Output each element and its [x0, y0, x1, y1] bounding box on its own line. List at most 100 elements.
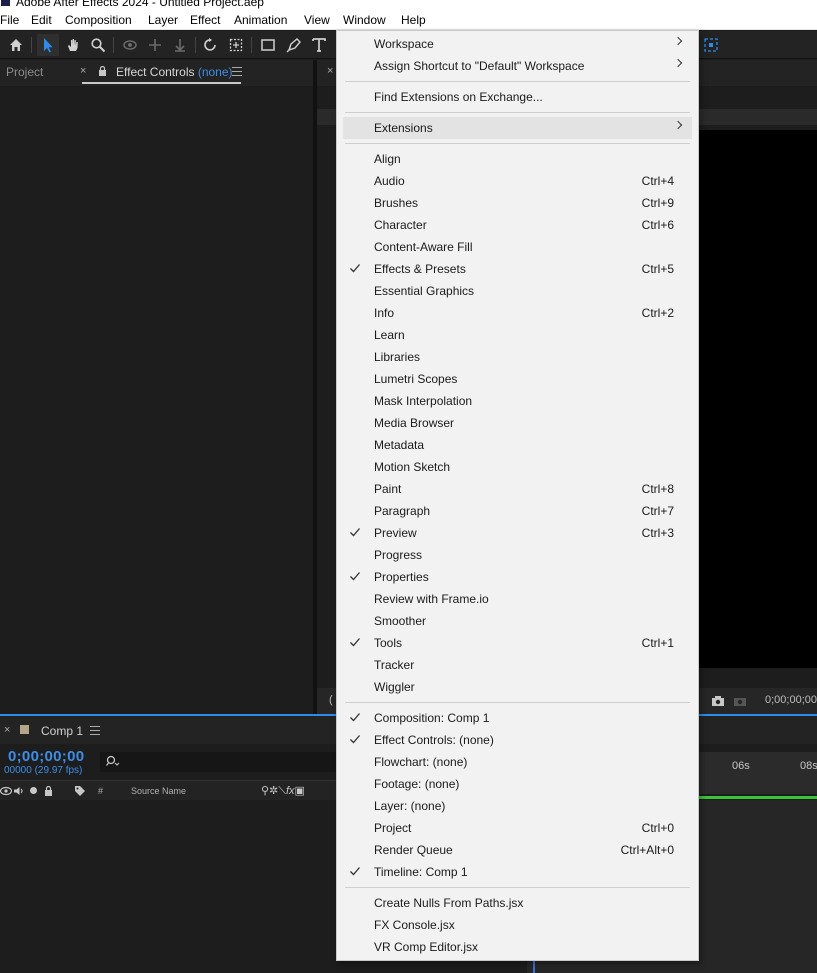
dolly-camera-icon[interactable]	[169, 34, 191, 56]
current-time-display[interactable]: 0;00;00;00	[8, 748, 84, 765]
menu-item-label: Libraries	[374, 350, 421, 364]
pan-behind-tool-icon[interactable]	[225, 34, 247, 56]
menu-item-extensions[interactable]: Extensions	[343, 117, 692, 139]
menu-item-label: Motion Sketch	[374, 460, 451, 474]
menu-item-smoother[interactable]: Smoother	[343, 610, 692, 632]
menu-item-metadata[interactable]: Metadata	[343, 434, 692, 456]
search-icon	[105, 755, 120, 770]
menu-item-lumetri-scopes[interactable]: Lumetri Scopes	[343, 368, 692, 390]
menu-item-assign-shortcut[interactable]: Assign Shortcut to "Default" Workspace	[343, 55, 692, 77]
menu-item-workspace[interactable]: Workspace	[343, 33, 692, 55]
menu-item-find-extensions[interactable]: Find Extensions on Exchange...	[343, 86, 692, 108]
menu-separator	[345, 81, 690, 82]
menu-animation[interactable]: Animation	[234, 13, 287, 27]
menu-item-brushes[interactable]: Brushes Ctrl+9	[343, 192, 692, 214]
menu-item-footage-none[interactable]: Footage: (none)	[343, 773, 692, 795]
menu-help[interactable]: Help	[401, 13, 426, 27]
label-tag-icon[interactable]	[74, 785, 86, 799]
menu-item-effects-presets[interactable]: Effects & Presets Ctrl+5	[343, 258, 692, 280]
menu-item-motion-sketch[interactable]: Motion Sketch	[343, 456, 692, 478]
menu-edit[interactable]: Edit	[31, 13, 52, 27]
menu-item-wiggler[interactable]: Wiggler	[343, 676, 692, 698]
menu-file[interactable]: File	[0, 13, 19, 27]
magnification-dropdown[interactable]: (	[329, 694, 333, 706]
type-tool-icon[interactable]	[308, 34, 330, 56]
menu-item-timeline-comp-1[interactable]: Timeline: Comp 1	[343, 861, 692, 883]
menu-item-review-with-frame-io[interactable]: Review with Frame.io	[343, 588, 692, 610]
menu-view[interactable]: View	[304, 13, 330, 27]
menu-item-media-browser[interactable]: Media Browser	[343, 412, 692, 434]
menu-item-effect-controls-none[interactable]: Effect Controls: (none)	[343, 729, 692, 751]
title-bar: Adobe After Effects 2024 - Untitled Proj…	[0, 0, 817, 10]
menu-item-content-aware-fill[interactable]: Content-Aware Fill	[343, 236, 692, 258]
menu-item-project[interactable]: Project Ctrl+0	[343, 817, 692, 839]
menu-item-essential-graphics[interactable]: Essential Graphics	[343, 280, 692, 302]
close-icon[interactable]: ×	[80, 65, 86, 77]
menu-item-character[interactable]: Character Ctrl+6	[343, 214, 692, 236]
solo-dot-icon[interactable]	[30, 787, 37, 794]
tab-project[interactable]: Project	[6, 65, 43, 79]
home-icon[interactable]	[5, 34, 27, 56]
viewer-close-icon[interactable]: ×	[327, 65, 333, 77]
timeline-search-input[interactable]	[100, 752, 340, 772]
composition-canvas[interactable]	[699, 130, 817, 668]
menu-item-shortcut: Ctrl+5	[641, 262, 674, 276]
orbit-camera-icon[interactable]	[119, 34, 141, 56]
menu-item-paint[interactable]: Paint Ctrl+8	[343, 478, 692, 500]
menu-effect[interactable]: Effect	[190, 13, 220, 27]
checkmark-icon	[350, 528, 360, 537]
menu-item-mask-interpolation[interactable]: Mask Interpolation	[343, 390, 692, 412]
snapshot-icon[interactable]	[711, 695, 725, 710]
menu-item-label: Composition: Comp 1	[374, 711, 490, 725]
menu-item-libraries[interactable]: Libraries	[343, 346, 692, 368]
menu-item-paragraph[interactable]: Paragraph Ctrl+7	[343, 500, 692, 522]
viewer-timecode[interactable]: 0;00;00;00	[765, 694, 817, 706]
menu-item-flowchart-none[interactable]: Flowchart: (none)	[343, 751, 692, 773]
menu-item-label: Info	[374, 306, 395, 320]
menu-item-layer-none[interactable]: Layer: (none)	[343, 795, 692, 817]
pan-camera-icon[interactable]	[144, 34, 166, 56]
layer-switches-icon[interactable]: ⚲✲⟍fx▣	[261, 784, 305, 798]
audio-speaker-icon[interactable]	[13, 785, 25, 799]
menu-item-learn[interactable]: Learn	[343, 324, 692, 346]
work-area-bar[interactable]	[698, 796, 817, 799]
menu-item-render-queue[interactable]: Render Queue Ctrl+Alt+0	[343, 839, 692, 861]
rectangle-tool-icon[interactable]	[257, 34, 279, 56]
time-ruler[interactable]: 06s 08s	[698, 752, 817, 794]
show-snapshot-icon[interactable]	[733, 695, 747, 710]
menu-item-vr-comp-editor-jsx[interactable]: VR Comp Editor.jsx	[343, 936, 692, 958]
video-eye-icon[interactable]	[0, 785, 13, 799]
menu-item-tools[interactable]: Tools Ctrl+1	[343, 632, 692, 654]
pen-tool-icon[interactable]	[283, 34, 305, 56]
panel-menu-icon[interactable]	[232, 67, 242, 76]
menu-item-shortcut: Ctrl+2	[641, 306, 674, 320]
lock-icon[interactable]	[98, 65, 107, 79]
lock-column-icon[interactable]	[44, 785, 53, 799]
menu-item-tracker[interactable]: Tracker	[343, 654, 692, 676]
tab-comp-1[interactable]: Comp 1	[41, 724, 83, 738]
menu-item-audio[interactable]: Audio Ctrl+4	[343, 170, 692, 192]
timeline-menu-icon[interactable]	[90, 726, 100, 735]
menu-item-create-nulls-from-paths-jsx[interactable]: Create Nulls From Paths.jsx	[343, 892, 692, 914]
menu-separator	[345, 112, 690, 113]
menu-item-info[interactable]: Info Ctrl+2	[343, 302, 692, 324]
menu-item-preview[interactable]: Preview Ctrl+3	[343, 522, 692, 544]
menu-layer[interactable]: Layer	[148, 13, 178, 27]
selection-tool-icon[interactable]	[37, 34, 59, 56]
menu-item-fx-console-jsx[interactable]: FX Console.jsx	[343, 914, 692, 936]
menu-item-composition-comp-1[interactable]: Composition: Comp 1	[343, 707, 692, 729]
menu-item-properties[interactable]: Properties	[343, 566, 692, 588]
hand-tool-icon[interactable]	[62, 34, 84, 56]
rotation-tool-icon[interactable]	[200, 34, 222, 56]
zoom-tool-icon[interactable]	[87, 34, 109, 56]
tab-effect-controls[interactable]: Effect Controls (none)	[116, 65, 233, 79]
menu-item-progress[interactable]: Progress	[343, 544, 692, 566]
timeline-close-icon[interactable]: ×	[4, 724, 10, 736]
menu-window[interactable]: Window	[343, 13, 386, 27]
menu-separator	[345, 887, 690, 888]
menu-composition[interactable]: Composition	[65, 13, 132, 27]
column-source-name[interactable]: Source Name	[131, 786, 186, 796]
menu-item-align[interactable]: Align	[343, 148, 692, 170]
snapping-icon[interactable]	[700, 34, 722, 56]
menu-item-shortcut: Ctrl+9	[641, 196, 674, 210]
